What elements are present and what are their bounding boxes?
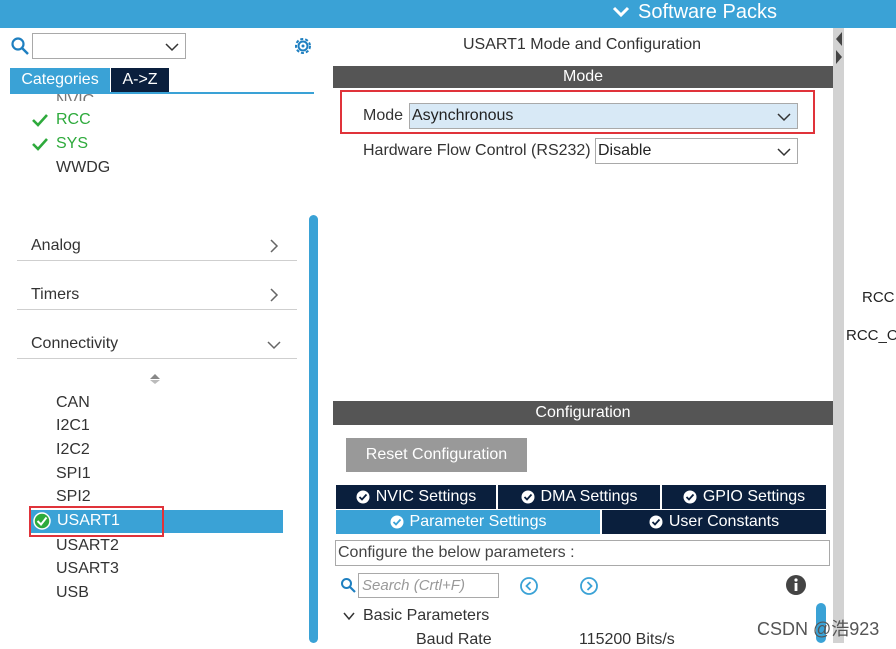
hw-flow-select[interactable]: Disable (595, 138, 798, 164)
configuration-header: Configuration (333, 401, 833, 425)
chevron-down-icon (777, 148, 791, 157)
list-item-usart2[interactable]: USART2 (56, 536, 119, 556)
hw-flow-label: Hardware Flow Control (RS232) (363, 142, 591, 159)
tab-parameter-settings[interactable]: Parameter Settings (336, 510, 600, 534)
chevron-down-icon (343, 612, 355, 620)
tab-dma-settings[interactable]: DMA Settings (498, 485, 660, 509)
collapse-icon[interactable] (834, 30, 844, 66)
top-bar: Software Packs (0, 0, 896, 28)
chevron-down-icon (777, 113, 791, 122)
configure-note: Configure the below parameters : (335, 540, 830, 566)
check-icon (32, 138, 48, 151)
category-timers[interactable]: Timers (17, 282, 297, 310)
parameter-search-input[interactable]: Search (Crtl+F) (358, 573, 499, 598)
list-item-i2c2[interactable]: I2C2 (56, 440, 90, 460)
tab-nvic-settings[interactable]: NVIC Settings (336, 485, 496, 509)
basic-parameters-group[interactable]: Basic Parameters (343, 607, 489, 625)
list-item-rcc[interactable]: RCC (56, 110, 91, 130)
left-scrollbar[interactable] (309, 215, 318, 643)
search-icon[interactable] (340, 577, 356, 593)
panel-splitter[interactable] (833, 28, 844, 643)
check-circle-icon (649, 515, 663, 529)
check-circle-icon (683, 490, 697, 504)
group-label: Basic Parameters (363, 607, 490, 624)
list-item-wwdg[interactable]: WWDG (56, 158, 110, 178)
list-item-partial[interactable]: NVIC (56, 91, 94, 101)
next-icon[interactable] (579, 576, 599, 596)
sort-icon[interactable] (149, 374, 161, 384)
list-item-spi1[interactable]: SPI1 (56, 464, 91, 484)
list-item-usb[interactable]: USB (56, 583, 89, 603)
tab-gpio-settings[interactable]: GPIO Settings (662, 485, 826, 509)
mode-label: Mode (363, 107, 404, 124)
category-label: Analog (31, 237, 81, 254)
tab-a-to-z[interactable]: A->Z (111, 68, 169, 92)
gear-icon[interactable] (292, 35, 314, 57)
highlight-box (29, 506, 164, 537)
list-item-sys[interactable]: SYS (56, 134, 88, 154)
info-icon[interactable] (785, 574, 807, 596)
chevron-down-icon (612, 6, 630, 18)
pin-label-rcc: RCC (862, 289, 895, 306)
category-analog[interactable]: Analog (17, 233, 297, 261)
list-item-spi2[interactable]: SPI2 (56, 487, 91, 507)
check-circle-icon (390, 515, 404, 529)
previous-icon[interactable] (519, 576, 539, 596)
pin-label-rcc-osc: RCC_O (846, 327, 896, 344)
mode-header: Mode (333, 66, 833, 88)
category-label: Timers (31, 286, 80, 303)
search-icon[interactable] (10, 36, 30, 56)
baud-rate-label: Baud Rate (416, 631, 492, 648)
reset-configuration-button[interactable]: Reset Configuration (346, 438, 527, 472)
list-item-i2c1[interactable]: I2C1 (56, 416, 90, 436)
chevron-right-icon (270, 288, 279, 302)
category-label: Connectivity (31, 335, 119, 352)
tab-label: User Constants (668, 513, 780, 530)
chevron-right-icon (270, 239, 279, 253)
check-circle-icon (356, 490, 370, 504)
baud-rate-value[interactable]: 115200 Bits/s (579, 631, 675, 649)
tab-label: NVIC Settings (375, 488, 477, 505)
chevron-down-icon (267, 341, 281, 350)
check-icon (32, 114, 48, 127)
list-item-usart3[interactable]: USART3 (56, 559, 119, 579)
hw-flow-select-value: Disable (598, 142, 652, 159)
panel-title: USART1 Mode and Configuration (462, 36, 702, 53)
software-packs-label: Software Packs (638, 1, 777, 23)
software-packs-menu[interactable]: Software Packs (612, 0, 777, 24)
tab-label: DMA Settings (540, 488, 638, 505)
mode-select[interactable]: Asynchronous (409, 103, 798, 129)
mode-select-value: Asynchronous (412, 107, 514, 124)
watermark: CSDN @浩923 (757, 619, 880, 639)
check-circle-icon (521, 490, 535, 504)
tab-categories[interactable]: Categories (10, 68, 110, 92)
search-combo[interactable] (32, 33, 186, 59)
tab-label: Parameter Settings (409, 513, 547, 530)
category-connectivity[interactable]: Connectivity (17, 331, 297, 359)
chevron-down-icon (165, 43, 179, 52)
tab-label: GPIO Settings (702, 488, 806, 505)
list-item-can[interactable]: CAN (56, 393, 90, 413)
tab-user-constants[interactable]: User Constants (602, 510, 826, 534)
